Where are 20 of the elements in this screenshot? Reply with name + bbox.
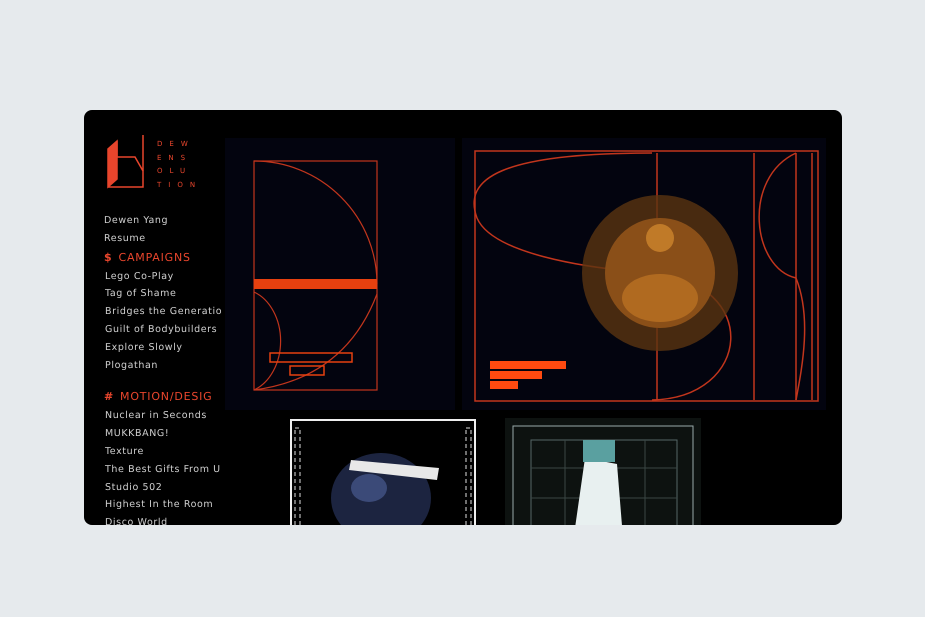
nav-link[interactable]: Resume bbox=[104, 230, 146, 248]
nav-link[interactable]: Nuclear in Seconds bbox=[105, 407, 207, 426]
nav-link[interactable]: Explore Slowly bbox=[105, 338, 183, 357]
section-heading[interactable]: MOTION/DESIG bbox=[120, 387, 213, 408]
nav-link[interactable]: Lego Co-Play bbox=[105, 268, 174, 286]
nav-link[interactable]: Guilt of Bodybuilders bbox=[105, 320, 218, 339]
nav-link[interactable]: Tag of Shame bbox=[105, 285, 176, 304]
nav-link[interactable]: Texture bbox=[105, 442, 144, 461]
nav-link[interactable]: Plogathan bbox=[105, 356, 158, 374]
logo-icon bbox=[107, 135, 147, 189]
nav-link[interactable]: MUKKBANG! bbox=[105, 425, 170, 443]
section-marker: # bbox=[104, 389, 114, 406]
nav-link[interactable]: Dewen Yang bbox=[104, 212, 168, 230]
nav-link[interactable]: Studio 502 bbox=[105, 478, 162, 496]
section-heading[interactable]: CAMPAIGNS bbox=[118, 248, 191, 268]
section-marker: $ bbox=[104, 250, 112, 266]
nav-link[interactable]: Bridges the Generatio bbox=[105, 303, 222, 321]
nav-link[interactable]: The Best Gifts From U bbox=[105, 460, 221, 479]
nav-link[interactable]: Disco World bbox=[105, 514, 168, 525]
nav-link[interactable]: Highest In the Room bbox=[105, 496, 214, 514]
